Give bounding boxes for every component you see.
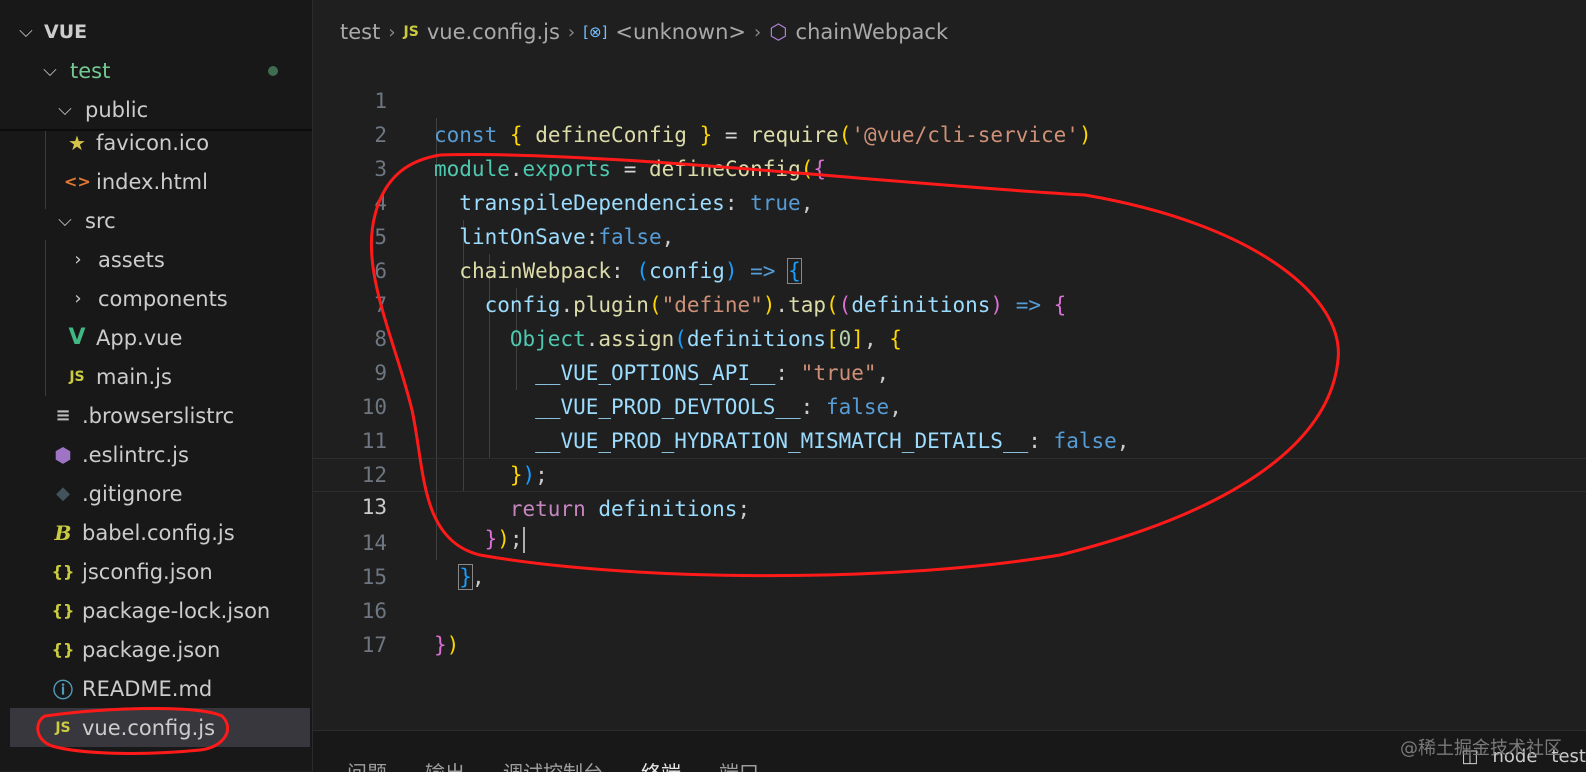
code-text: }) <box>434 633 460 657</box>
watermark: @稀土掘金技术社区 <box>1400 738 1562 759</box>
chevron-down-icon: ⌵ <box>43 60 57 81</box>
chevron-right-icon: › <box>74 288 82 309</box>
tree-item-gitignore[interactable]: ◆ .gitignore <box>0 474 312 513</box>
tree-item-label: .browserslistrc <box>82 403 235 428</box>
breadcrumb-symbol[interactable]: chainWebpack <box>796 20 949 44</box>
code-line: 6 config.plugin("define").tap((definitio… <box>313 220 1586 317</box>
chevron-down-icon: ⌵ <box>58 210 72 231</box>
breadcrumb-folder[interactable]: test <box>340 20 380 44</box>
code-line: 15 <box>313 526 1586 589</box>
code-line: 2 module.exports = defineConfig({ <box>313 84 1586 181</box>
tree-item-label: favicon.ico <box>96 130 210 155</box>
json-icon: {} <box>51 601 75 620</box>
tree-item-label: .gitignore <box>82 481 183 506</box>
code-line: 10 __VUE_PROD_HYDRATION_MISMATCH_DETAILS… <box>313 356 1586 453</box>
list-icon: ≡ <box>55 405 71 426</box>
eslint-icon: ⬢ <box>54 442 72 467</box>
line-number: 17 <box>361 633 387 657</box>
tab-problems[interactable]: 问题 <box>347 757 387 772</box>
tree-item-label: .eslintrc.js <box>82 442 189 467</box>
tree-item-label: babel.config.js <box>82 520 235 545</box>
git-icon: ◆ <box>56 483 70 504</box>
tab-terminal[interactable]: 终端 <box>641 757 681 772</box>
panel-tabs: 问题 输出 调试控制台 终端 端口 <box>313 730 1586 772</box>
tree-item-assets[interactable]: › assets <box>0 240 312 279</box>
tree-item-components[interactable]: › components <box>0 279 312 318</box>
tree-item-label: src <box>85 208 116 233</box>
code-line: 4 lintOnSave:false, <box>313 152 1586 249</box>
html-icon: <> <box>64 172 91 191</box>
code-line: 16 }) <box>313 560 1586 657</box>
tree-item-label: App.vue <box>96 325 183 350</box>
tree-item-babel-config[interactable]: B babel.config.js <box>0 513 312 552</box>
tree-item-label: vue.config.js <box>82 715 216 740</box>
explorer-root-label: VUE <box>44 20 88 43</box>
info-icon: ⓘ <box>53 678 73 702</box>
tree-item-eslintrc[interactable]: ⬢ .eslintrc.js <box>0 435 312 474</box>
tree-item-vue-config[interactable]: JS vue.config.js <box>10 708 310 747</box>
js-icon: JS <box>403 24 419 40</box>
chevron-down-icon: ⌵ <box>19 21 33 42</box>
js-icon: JS <box>55 719 71 736</box>
json-icon: {} <box>51 640 75 659</box>
breadcrumb-scope[interactable]: <unknown> <box>615 20 746 44</box>
tree-item-label: test <box>70 58 111 83</box>
tree-item-index-html[interactable]: <> index.html <box>0 162 312 201</box>
tree-item-label: assets <box>98 247 165 272</box>
tree-item-favicon[interactable]: ★ favicon.ico <box>0 123 312 162</box>
code-line: 8 __VUE_OPTIONS_API__: "true", <box>313 288 1586 385</box>
code-line: 9 __VUE_PROD_DEVTOOLS__: false, <box>313 322 1586 419</box>
method-icon: ⬡ <box>769 20 788 44</box>
tree-item-package-json[interactable]: {} package.json <box>0 630 312 669</box>
vue-icon: V <box>68 325 86 350</box>
tree-item-app-vue[interactable]: V App.vue <box>0 318 312 357</box>
tree-item-label: public <box>85 97 149 122</box>
tree-item-label: components <box>98 286 228 311</box>
tree-item-test[interactable]: ⌵ test <box>0 51 312 90</box>
tab-ports[interactable]: 端口 <box>719 757 759 772</box>
tree-item-package-lock[interactable]: {} package-lock.json <box>0 591 312 630</box>
tree-item-label: main.js <box>96 364 172 389</box>
code-editor[interactable]: 1 const { defineConfig } = require('@vue… <box>313 50 1586 730</box>
code-line: 11 }); <box>313 390 1586 487</box>
code-line: 14 }, <box>313 492 1586 590</box>
tree-item-label: package.json <box>82 637 221 662</box>
babel-icon: B <box>54 520 72 545</box>
tree-item-label: README.md <box>82 676 213 701</box>
explorer-root[interactable]: ⌵ VUE <box>0 12 312 51</box>
code-line: 3 transpileDependencies: true, <box>313 118 1586 215</box>
code-line: 12 return definitions; <box>313 424 1586 521</box>
chevron-right-icon: › <box>388 21 396 43</box>
tree-item-label: jsconfig.json <box>82 559 213 584</box>
tree-item-readme[interactable]: ⓘ README.md <box>0 669 312 708</box>
chevron-right-icon: › <box>567 21 576 43</box>
json-icon: {} <box>51 562 75 581</box>
code-line: 7 Object.assign(definitions[0], { <box>313 254 1586 351</box>
explorer-sidebar: ⌵ VUE ⌵ test ⌵ public ★ favicon.ico <> i… <box>0 0 313 771</box>
tree-item-label: package-lock.json <box>82 598 271 623</box>
tree-item-browserslistrc[interactable]: ≡ .browserslistrc <box>0 396 312 435</box>
modified-dot-icon <box>268 65 278 76</box>
code-line: 1 const { defineConfig } = require('@vue… <box>313 50 1586 147</box>
star-icon: ★ <box>68 130 86 155</box>
code-line: 5 chainWebpack: (config) => { <box>313 186 1586 284</box>
tree-item-src[interactable]: ⌵ src <box>0 201 312 240</box>
breadcrumb: test › JS vue.config.js › [⊗] <unknown> … <box>340 14 948 50</box>
variable-icon: [⊗] <box>583 23 608 41</box>
chevron-right-icon: › <box>754 21 762 43</box>
tab-output[interactable]: 输出 <box>425 757 465 772</box>
tree-item-main-js[interactable]: JS main.js <box>0 357 312 396</box>
tree-item-jsconfig[interactable]: {} jsconfig.json <box>0 552 312 591</box>
code-line-current: 13 }); <box>313 458 1586 553</box>
chevron-down-icon: ⌵ <box>58 99 72 120</box>
chevron-right-icon: › <box>74 249 82 270</box>
tab-debug-console[interactable]: 调试控制台 <box>503 757 603 772</box>
breadcrumb-file[interactable]: vue.config.js <box>427 20 560 44</box>
code-line: 17 <box>313 594 1586 657</box>
js-icon: JS <box>69 368 85 385</box>
tree-item-label: index.html <box>96 169 208 194</box>
